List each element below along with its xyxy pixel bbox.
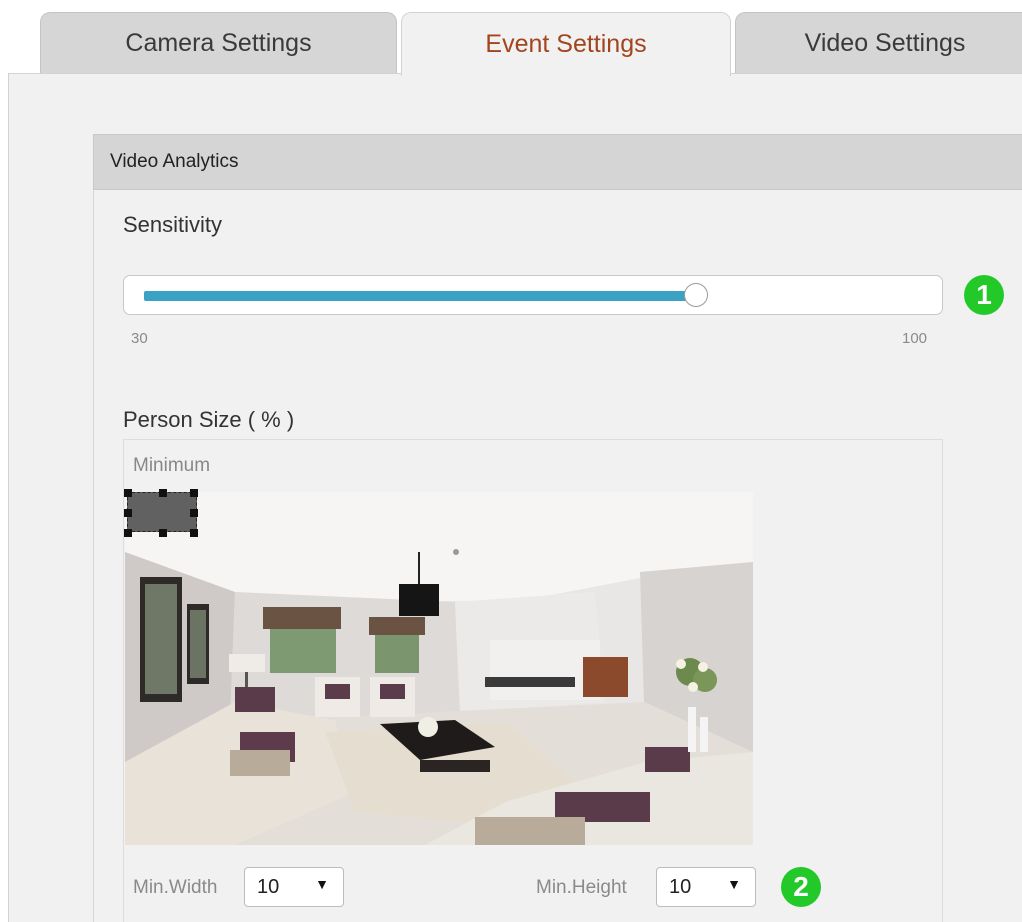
slider-min-label: 30 [131,330,148,347]
callout-badge-1: 1 [964,275,1004,315]
panel-header: Video Analytics [93,134,1022,190]
sensitivity-slider[interactable] [123,275,943,315]
resize-handle[interactable] [124,489,132,497]
min-height-select[interactable]: 10 ▼ [656,867,756,907]
tab-event-settings[interactable]: Event Settings [401,12,731,76]
camera-preview-image [125,492,753,845]
min-width-select[interactable]: 10 ▼ [244,867,344,907]
person-size-heading: Person Size ( % ) [123,407,295,432]
resize-handle[interactable] [124,529,132,537]
resize-handle[interactable] [190,489,198,497]
min-height-value: 10 [669,875,692,898]
resize-handle[interactable] [190,529,198,537]
tab-label: Event Settings [485,30,647,58]
min-width-value: 10 [257,875,280,898]
resize-handle[interactable] [190,509,198,517]
dropdown-arrow-icon: ▼ [727,876,741,892]
dropdown-arrow-icon: ▼ [315,876,329,892]
min-width-label: Min.Width [133,877,218,898]
min-height-label: Min.Height [536,877,627,898]
slider-fill [144,291,696,301]
resize-handle[interactable] [159,489,167,497]
living-room-scene [125,492,753,845]
tab-camera-settings[interactable]: Camera Settings [40,12,397,74]
minimum-label: Minimum [133,455,211,476]
resize-handle[interactable] [124,509,132,517]
tab-label: Video Settings [804,29,966,57]
callout-badge-2: 2 [781,867,821,907]
sensitivity-heading: Sensitivity [123,212,223,237]
tab-video-settings[interactable]: Video Settings [735,12,1022,74]
slider-handle[interactable] [684,283,708,307]
tab-label: Camera Settings [125,29,312,57]
detection-region-box[interactable] [124,489,198,537]
slider-max-label: 100 [902,330,928,347]
panel-title: Video Analytics [110,151,239,172]
resize-handle[interactable] [159,529,167,537]
